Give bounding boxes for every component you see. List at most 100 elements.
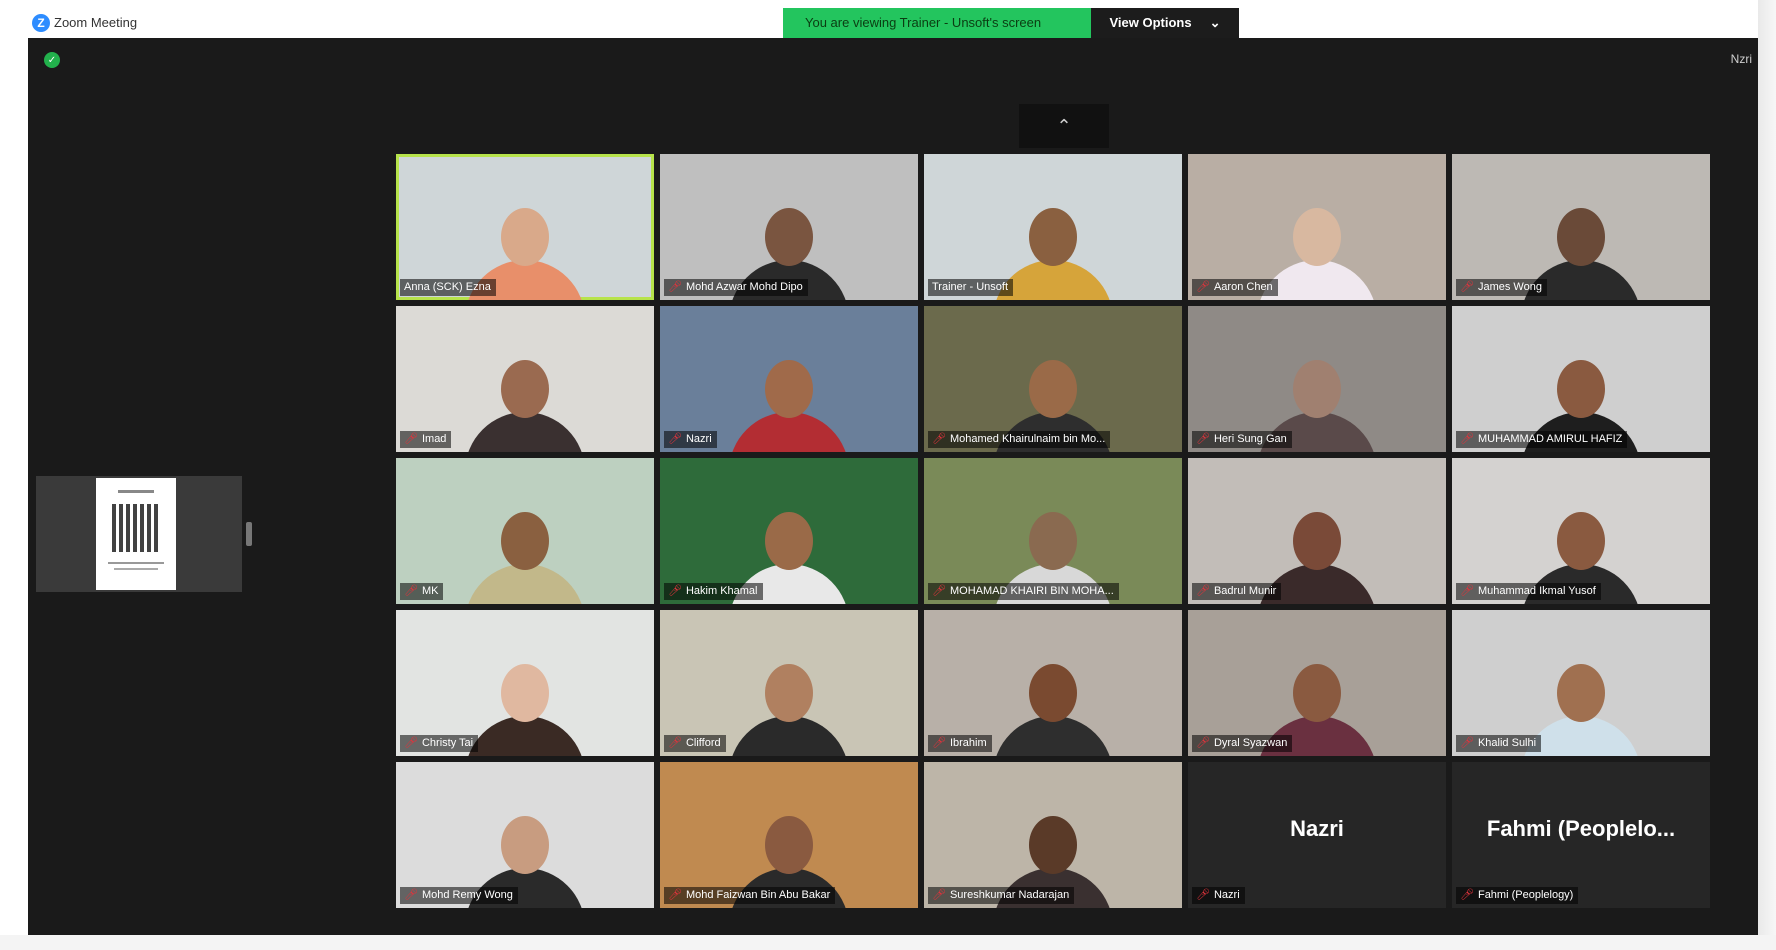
participant-tile[interactable]: 🎤︎ MK xyxy=(396,458,654,604)
participant-name-label: 🎤︎ Dyral Syazwan xyxy=(1192,735,1293,752)
participant-tile[interactable]: 🎤︎ Mohamed Khairulnaim bin Mo... xyxy=(924,306,1182,452)
participant-tile[interactable]: 🎤︎ Mohd Azwar Mohd Dipo xyxy=(660,154,918,300)
participant-tile[interactable]: 🎤︎ Imad xyxy=(396,306,654,452)
participant-video xyxy=(465,664,585,756)
window-shadow-right xyxy=(1758,0,1776,950)
participant-name-label: 🎤︎ Mohd Remy Wong xyxy=(400,887,518,904)
participant-name: Badrul Munir xyxy=(1213,585,1277,597)
participant-tile[interactable]: 🎤︎ Dyral Syazwan xyxy=(1188,610,1446,756)
mic-muted-icon: 🎤︎ xyxy=(668,281,682,293)
participant-head xyxy=(1029,664,1077,722)
participant-name-label: 🎤︎ Sureshkumar Nadarajan xyxy=(928,887,1075,904)
participant-tile[interactable]: 🎤︎ Muhammad Ikmal Yusof xyxy=(1452,458,1710,604)
participant-video xyxy=(993,664,1113,756)
participant-tile[interactable]: 🎤︎ Nazri xyxy=(660,306,918,452)
participant-head xyxy=(1557,664,1605,722)
participant-tile[interactable]: 🎤︎ Khalid Sulhi xyxy=(1452,610,1710,756)
participant-tile[interactable]: 🎤︎ Sureshkumar Nadarajan xyxy=(924,762,1182,908)
participant-name: Imad xyxy=(421,433,447,445)
participant-name-label: 🎤︎ MUHAMMAD AMIRUL HAFIZ xyxy=(1456,431,1628,448)
participant-head xyxy=(1557,512,1605,570)
participant-name: James Wong xyxy=(1477,281,1542,293)
mic-muted-icon: 🎤︎ xyxy=(1196,585,1210,597)
participant-body xyxy=(465,716,585,756)
participant-name: Mohd Azwar Mohd Dipo xyxy=(685,281,803,293)
participant-name: Mohd Remy Wong xyxy=(421,889,513,901)
mic-muted-icon: 🎤︎ xyxy=(1460,433,1474,445)
screen-share-banner: You are viewing Trainer - Unsoft's scree… xyxy=(783,8,1239,38)
participant-head xyxy=(501,512,549,570)
participant-name: MUHAMMAD AMIRUL HAFIZ xyxy=(1477,433,1623,445)
share-status-text: You are viewing Trainer - Unsoft's scree… xyxy=(783,8,1091,38)
page-up-button[interactable]: ⌃ xyxy=(1019,104,1109,148)
participant-tile[interactable]: Nazri 🎤︎ Nazri xyxy=(1188,762,1446,908)
participant-name-label: 🎤︎ James Wong xyxy=(1456,279,1547,296)
participant-tile[interactable]: 🎤︎ Mohd Faizwan Bin Abu Bakar xyxy=(660,762,918,908)
participant-tile[interactable]: 🎤︎ Ibrahim xyxy=(924,610,1182,756)
participant-name-label: 🎤︎ Heri Sung Gan xyxy=(1192,431,1292,448)
participant-tile[interactable]: 🎤︎ Hakim Khamal xyxy=(660,458,918,604)
mic-muted-icon: 🎤︎ xyxy=(1196,433,1210,445)
mic-muted-icon: 🎤︎ xyxy=(1196,889,1210,901)
resize-handle[interactable] xyxy=(246,522,252,546)
participant-name: Trainer - Unsoft xyxy=(932,281,1009,293)
zoom-logo-icon: Z xyxy=(32,14,50,32)
mic-muted-icon: 🎤︎ xyxy=(1460,585,1474,597)
doc-caption-line xyxy=(108,562,164,564)
mic-muted-icon: 🎤︎ xyxy=(668,585,682,597)
participant-name-label: 🎤︎ Badrul Munir xyxy=(1192,583,1282,600)
participant-name-label: 🎤︎ Mohamed Khairulnaim bin Mo... xyxy=(928,431,1111,448)
shared-document-preview xyxy=(96,478,176,590)
participant-name: Dyral Syazwan xyxy=(1213,737,1288,749)
participant-name: Mohd Faizwan Bin Abu Bakar xyxy=(685,889,831,901)
participant-tile[interactable]: Anna (SCK) Ezna xyxy=(396,154,654,300)
mic-muted-icon: 🎤︎ xyxy=(932,585,946,597)
participant-head xyxy=(501,816,549,874)
shield-icon[interactable]: ✓ xyxy=(44,52,60,68)
participant-name: Mohamed Khairulnaim bin Mo... xyxy=(949,433,1106,445)
participant-name-label: 🎤︎ Nazri xyxy=(1192,887,1245,904)
participant-tile[interactable]: 🎤︎ Aaron Chen xyxy=(1188,154,1446,300)
participant-tile[interactable]: 🎤︎ Heri Sung Gan xyxy=(1188,306,1446,452)
shared-screen-thumbnail[interactable] xyxy=(36,476,242,592)
participant-tile[interactable]: 🎤︎ James Wong xyxy=(1452,154,1710,300)
mic-muted-icon: 🎤︎ xyxy=(932,433,946,445)
participant-tile[interactable]: 🎤︎ Clifford xyxy=(660,610,918,756)
participant-tile[interactable]: Trainer - Unsoft xyxy=(924,154,1182,300)
participant-name: Khalid Sulhi xyxy=(1477,737,1537,749)
qr-code-icon xyxy=(112,504,160,552)
participant-head xyxy=(1293,208,1341,266)
participant-name-label: Anna (SCK) Ezna xyxy=(400,279,496,296)
participant-head xyxy=(765,512,813,570)
participant-head xyxy=(765,208,813,266)
participant-body xyxy=(465,564,585,604)
participant-video xyxy=(729,360,849,452)
participant-head xyxy=(1029,816,1077,874)
view-options-button[interactable]: View Options ⌄ xyxy=(1091,8,1239,38)
participant-body xyxy=(993,716,1113,756)
participant-head xyxy=(1293,512,1341,570)
participant-tile[interactable]: 🎤︎ Christy Tai xyxy=(396,610,654,756)
mic-muted-icon: 🎤︎ xyxy=(404,433,418,445)
participant-tile[interactable]: 🎤︎ MUHAMMAD AMIRUL HAFIZ xyxy=(1452,306,1710,452)
participant-name-label: 🎤︎ MK xyxy=(400,583,444,600)
mic-muted-icon: 🎤︎ xyxy=(932,889,946,901)
participant-body xyxy=(729,412,849,452)
mic-muted-icon: 🎤︎ xyxy=(1460,889,1474,901)
participant-tile[interactable]: 🎤︎ MOHAMAD KHAIRI BIN MOHA... xyxy=(924,458,1182,604)
chevron-up-icon: ⌃ xyxy=(1056,115,1072,136)
mic-muted-icon: 🎤︎ xyxy=(1196,281,1210,293)
participant-head xyxy=(765,816,813,874)
gallery-view-grid: Anna (SCK) Ezna 🎤︎ Mohd Azwar Mohd Dipo Tra… xyxy=(396,154,1710,908)
participant-name: Nazri xyxy=(685,433,712,445)
participant-tile[interactable]: Fahmi (Peoplelo... 🎤︎ Fahmi (Peoplelogy) xyxy=(1452,762,1710,908)
participant-display-name: Fahmi (Peoplelo... xyxy=(1486,816,1676,841)
participant-tile[interactable]: 🎤︎ Badrul Munir xyxy=(1188,458,1446,604)
participant-name: Anna (SCK) Ezna xyxy=(404,281,491,293)
participant-name-label: 🎤︎ Aaron Chen xyxy=(1192,279,1278,296)
participant-name: Muhammad Ikmal Yusof xyxy=(1477,585,1596,597)
participant-name: Hakim Khamal xyxy=(685,585,758,597)
participant-name-label: 🎤︎ Imad xyxy=(400,431,452,448)
participant-tile[interactable]: 🎤︎ Mohd Remy Wong xyxy=(396,762,654,908)
participant-video xyxy=(465,512,585,604)
